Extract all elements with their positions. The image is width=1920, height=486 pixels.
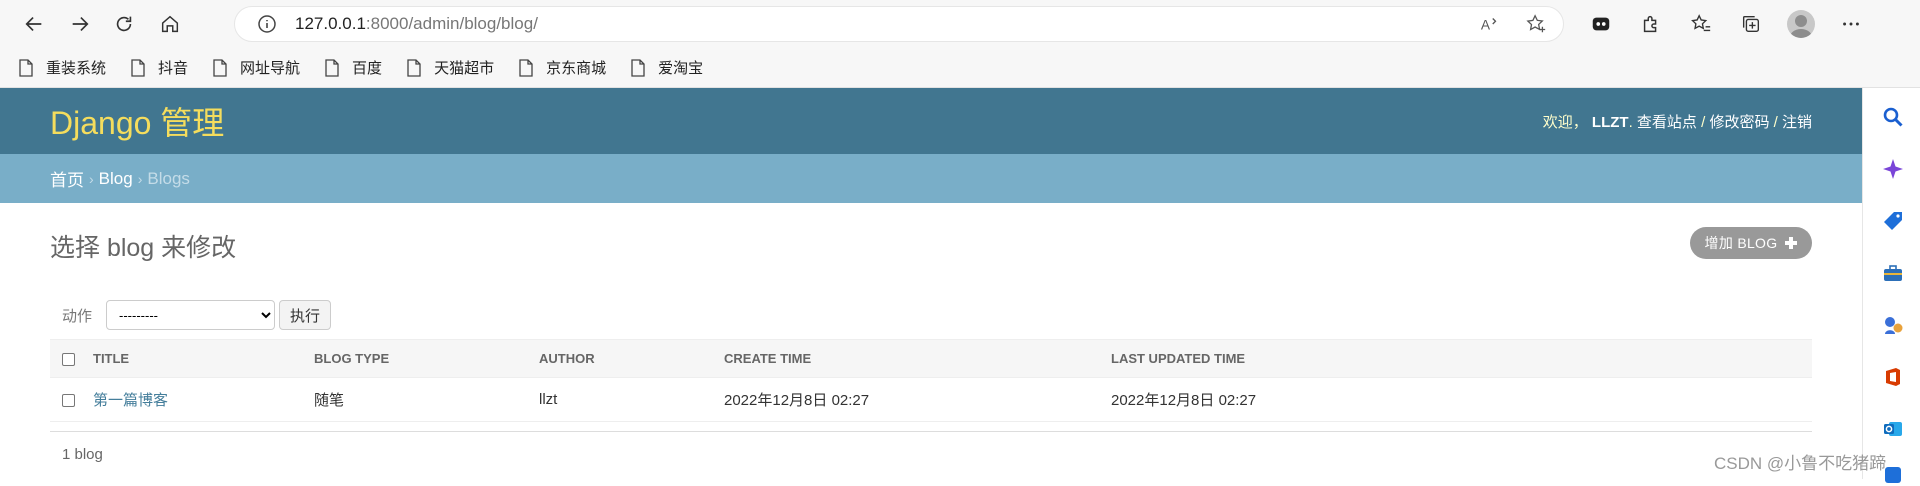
- breadcrumb-separator: ›: [137, 170, 143, 187]
- back-icon[interactable]: [14, 4, 54, 44]
- admin-header: Django 管理 欢迎， LLZT. 查看站点 / 修改密码 / 注销: [0, 88, 1862, 154]
- author-cell: llzt: [539, 377, 724, 422]
- column-header-title[interactable]: TITLE: [93, 339, 314, 378]
- go-button[interactable]: 执行: [279, 300, 332, 330]
- games-icon[interactable]: [1882, 314, 1904, 336]
- user-tools: 欢迎， LLZT. 查看站点 / 修改密码 / 注销: [1542, 113, 1812, 131]
- site-title[interactable]: Django 管理: [50, 98, 224, 144]
- blog-title-link[interactable]: 第一篇博客: [93, 392, 168, 409]
- table-row: 第一篇博客 随笔 llzt 2022年12月8日 02:27 2022年12月8…: [50, 377, 1812, 422]
- bookmark-item[interactable]: 京东商城: [518, 57, 606, 78]
- table-header-row: TITLE BLOG TYPE AUTHOR CREATE TIME LAST …: [50, 339, 1812, 378]
- breadcrumb-home[interactable]: 首页: [50, 166, 84, 191]
- last-updated-cell: 2022年12月8日 02:27: [1111, 377, 1812, 422]
- column-header-author[interactable]: AUTHOR: [539, 339, 724, 378]
- shopping-tag-icon[interactable]: [1882, 210, 1904, 232]
- page-icon: [631, 58, 645, 77]
- page-title: 选择 blog 来修改: [50, 234, 237, 262]
- favorites-icon[interactable]: [1678, 4, 1724, 44]
- change-password-link[interactable]: 修改密码: [1709, 114, 1769, 131]
- username: LLZT: [1591, 113, 1629, 131]
- bookmarks-bar: 重装系统 抖音 网址导航 百度 天猫超市 京东商城 爱淘宝: [0, 48, 1920, 88]
- row-checkbox[interactable]: [62, 393, 75, 407]
- bookmark-item[interactable]: 百度: [324, 57, 382, 78]
- paginator: 1 blog: [50, 431, 1812, 477]
- more-menu-icon[interactable]: [1828, 4, 1874, 44]
- add-favorite-icon[interactable]: [1525, 13, 1547, 35]
- search-icon[interactable]: [1882, 106, 1904, 128]
- address-bar[interactable]: 127.0.0.1:8000/admin/blog/blog/ A: [234, 6, 1564, 42]
- bookmark-item[interactable]: 爱淘宝: [630, 57, 703, 78]
- page-icon: [131, 58, 145, 77]
- column-header-create-time[interactable]: CREATE TIME: [724, 339, 1111, 378]
- info-icon[interactable]: [257, 14, 277, 34]
- outlook-icon[interactable]: [1882, 418, 1904, 440]
- refresh-icon[interactable]: [104, 4, 144, 44]
- browser-sidebar: [1862, 88, 1920, 483]
- breadcrumb: 首页 › Blog › Blogs: [0, 154, 1862, 203]
- actions-bar: 动作 --------- 执行: [50, 300, 332, 330]
- tools-briefcase-icon[interactable]: [1882, 262, 1904, 284]
- column-header-last-updated[interactable]: LAST UPDATED TIME: [1111, 339, 1812, 378]
- create-time-cell: 2022年12月8日 02:27: [724, 377, 1111, 422]
- bookmark-item[interactable]: 天猫超市: [406, 57, 494, 78]
- office-icon[interactable]: [1882, 366, 1904, 388]
- breadcrumb-current: Blogs: [147, 168, 190, 188]
- copilot-sparkle-icon[interactable]: [1882, 158, 1904, 180]
- bookmark-label: 重装系统: [46, 60, 107, 77]
- watermark: CSDN @小鲁不吃猪蹄: [1714, 454, 1887, 473]
- page-icon: [325, 58, 339, 77]
- row-select-cell: [50, 377, 93, 422]
- extensions-puzzle-icon[interactable]: [1628, 4, 1674, 44]
- column-header-blog-type[interactable]: BLOG TYPE: [314, 339, 539, 378]
- collections-icon[interactable]: [1728, 4, 1774, 44]
- select-all-checkbox[interactable]: [62, 353, 75, 367]
- select-all-header: [50, 339, 93, 378]
- page-icon: [407, 58, 421, 77]
- plus-icon: [1785, 237, 1798, 249]
- url-text[interactable]: 127.0.0.1:8000/admin/blog/blog/: [295, 14, 538, 34]
- bookmark-label: 爱淘宝: [658, 60, 704, 77]
- bookmark-item[interactable]: 重装系统: [18, 57, 106, 78]
- browser-toolbar: 127.0.0.1:8000/admin/blog/blog/ A: [0, 0, 1920, 48]
- breadcrumb-app[interactable]: Blog: [99, 169, 133, 189]
- separator: /: [1696, 113, 1710, 131]
- add-blog-label: 增加 BLOG: [1704, 235, 1778, 251]
- bookmark-label: 网址导航: [240, 60, 301, 77]
- add-blog-button[interactable]: 增加 BLOG: [1690, 227, 1812, 259]
- page-icon: [19, 58, 33, 77]
- results-table: TITLE BLOG TYPE AUTHOR CREATE TIME LAST …: [50, 339, 1812, 422]
- home-icon[interactable]: [150, 4, 190, 44]
- bookmark-label: 百度: [352, 60, 383, 77]
- page-icon: [519, 58, 533, 77]
- forward-icon[interactable]: [60, 4, 100, 44]
- page-icon: [213, 58, 227, 77]
- title-cell: 第一篇博客: [93, 377, 314, 422]
- svg-text:A: A: [1481, 18, 1491, 33]
- blog-type-cell: 随笔: [314, 377, 539, 422]
- bookmark-label: 京东商城: [546, 60, 607, 77]
- profile-avatar[interactable]: [1778, 4, 1824, 44]
- admin-page: Django 管理 欢迎， LLZT. 查看站点 / 修改密码 / 注销 首页 …: [0, 88, 1862, 479]
- breadcrumb-separator: ›: [89, 170, 94, 187]
- bookmark-item[interactable]: 抖音: [130, 57, 188, 78]
- read-aloud-icon[interactable]: A: [1479, 13, 1501, 35]
- welcome-text: 欢迎，: [1542, 113, 1588, 131]
- action-select[interactable]: ---------: [106, 300, 276, 330]
- action-label: 动作: [62, 307, 93, 325]
- view-site-link[interactable]: 查看站点: [1637, 114, 1697, 131]
- bookmark-label: 天猫超市: [434, 60, 495, 77]
- bookmark-label: 抖音: [158, 60, 189, 77]
- bookmark-item[interactable]: 网址导航: [212, 57, 300, 78]
- logout-link[interactable]: 注销: [1782, 114, 1812, 131]
- extension-icon[interactable]: [1578, 4, 1624, 44]
- separator: /: [1769, 113, 1782, 131]
